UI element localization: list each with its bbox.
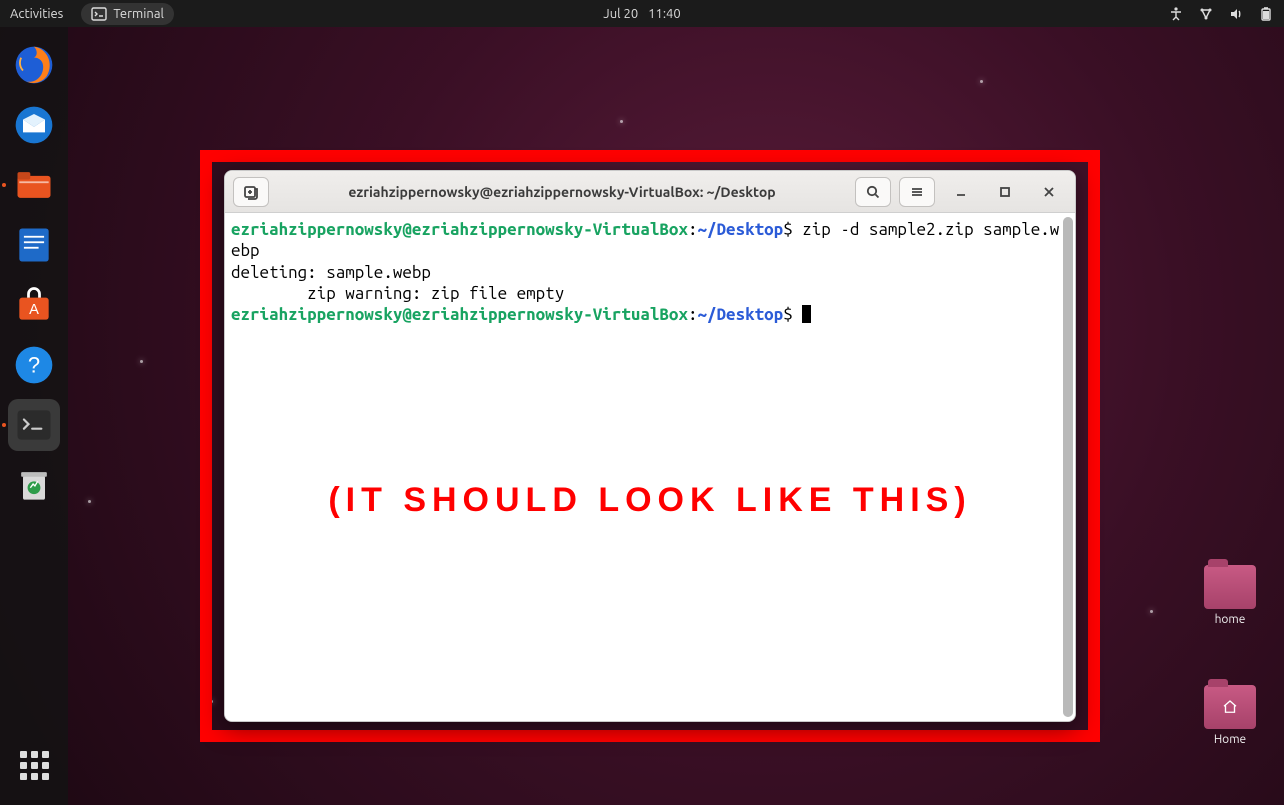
new-tab-button[interactable] bbox=[233, 177, 269, 207]
volume-icon[interactable] bbox=[1228, 6, 1244, 22]
svg-text:A: A bbox=[29, 302, 39, 318]
annotation-frame: ezriahzippernowsky@ezriahzippernowsky-Vi… bbox=[200, 150, 1100, 742]
prompt-user: ezriahzippernowsky@ezriahzippernowsky-Vi… bbox=[231, 220, 688, 239]
dock-firefox[interactable] bbox=[8, 39, 60, 91]
dock-writer[interactable] bbox=[8, 219, 60, 271]
scrollbar-thumb[interactable] bbox=[1063, 217, 1073, 717]
dock-thunderbird[interactable] bbox=[8, 99, 60, 151]
output-line: zip warning: zip file empty bbox=[231, 284, 564, 303]
terminal-window: ezriahzippernowsky@ezriahzippernowsky-Vi… bbox=[224, 170, 1076, 722]
show-applications[interactable] bbox=[8, 739, 60, 791]
dock-terminal[interactable] bbox=[8, 399, 60, 451]
terminal-small-icon bbox=[91, 6, 107, 22]
desktop-folder-home-lower[interactable]: home bbox=[1194, 565, 1266, 626]
battery-icon[interactable] bbox=[1258, 6, 1274, 22]
maximize-button[interactable] bbox=[987, 177, 1023, 207]
dock-files[interactable] bbox=[8, 159, 60, 211]
minimize-button[interactable] bbox=[943, 177, 979, 207]
desktop-folder-label: Home bbox=[1194, 733, 1266, 746]
desktop-folder-home-upper[interactable]: Home bbox=[1194, 685, 1266, 746]
apps-grid-icon bbox=[20, 751, 49, 780]
activities-button[interactable]: Activities bbox=[10, 7, 63, 21]
cursor bbox=[802, 305, 811, 323]
scrollbar[interactable] bbox=[1063, 217, 1073, 717]
svg-text:?: ? bbox=[28, 352, 40, 377]
search-button[interactable] bbox=[855, 177, 891, 207]
close-button[interactable] bbox=[1031, 177, 1067, 207]
time-text: 11:40 bbox=[648, 7, 681, 21]
desktop-folder-label: home bbox=[1194, 613, 1266, 626]
output-line: deleting: sample.webp bbox=[231, 263, 431, 282]
dock: A ? bbox=[0, 27, 68, 805]
active-app-label: Terminal bbox=[113, 7, 164, 21]
date-text: Jul 20 bbox=[603, 7, 638, 21]
clock[interactable]: Jul 20 11:40 bbox=[603, 7, 680, 21]
terminal-body[interactable]: ezriahzippernowsky@ezriahzippernowsky-Vi… bbox=[225, 213, 1075, 721]
dock-help[interactable]: ? bbox=[8, 339, 60, 391]
dock-software[interactable]: A bbox=[8, 279, 60, 331]
top-panel: Activities Terminal Jul 20 11:40 bbox=[0, 0, 1284, 27]
prompt-path: ~/Desktop bbox=[698, 220, 784, 239]
active-app-indicator[interactable]: Terminal bbox=[81, 3, 174, 25]
terminal-title: ezriahzippernowsky@ezriahzippernowsky-Vi… bbox=[277, 184, 847, 200]
terminal-titlebar[interactable]: ezriahzippernowsky@ezriahzippernowsky-Vi… bbox=[225, 171, 1075, 213]
accessibility-icon[interactable] bbox=[1168, 6, 1184, 22]
prompt-path: ~/Desktop bbox=[698, 305, 784, 324]
menu-button[interactable] bbox=[899, 177, 935, 207]
annotation-caption: (IT SHOULD LOOK LIKE THIS) bbox=[328, 479, 971, 522]
prompt-user: ezriahzippernowsky@ezriahzippernowsky-Vi… bbox=[231, 305, 688, 324]
dock-trash[interactable] bbox=[8, 459, 60, 511]
network-icon[interactable] bbox=[1198, 6, 1214, 22]
